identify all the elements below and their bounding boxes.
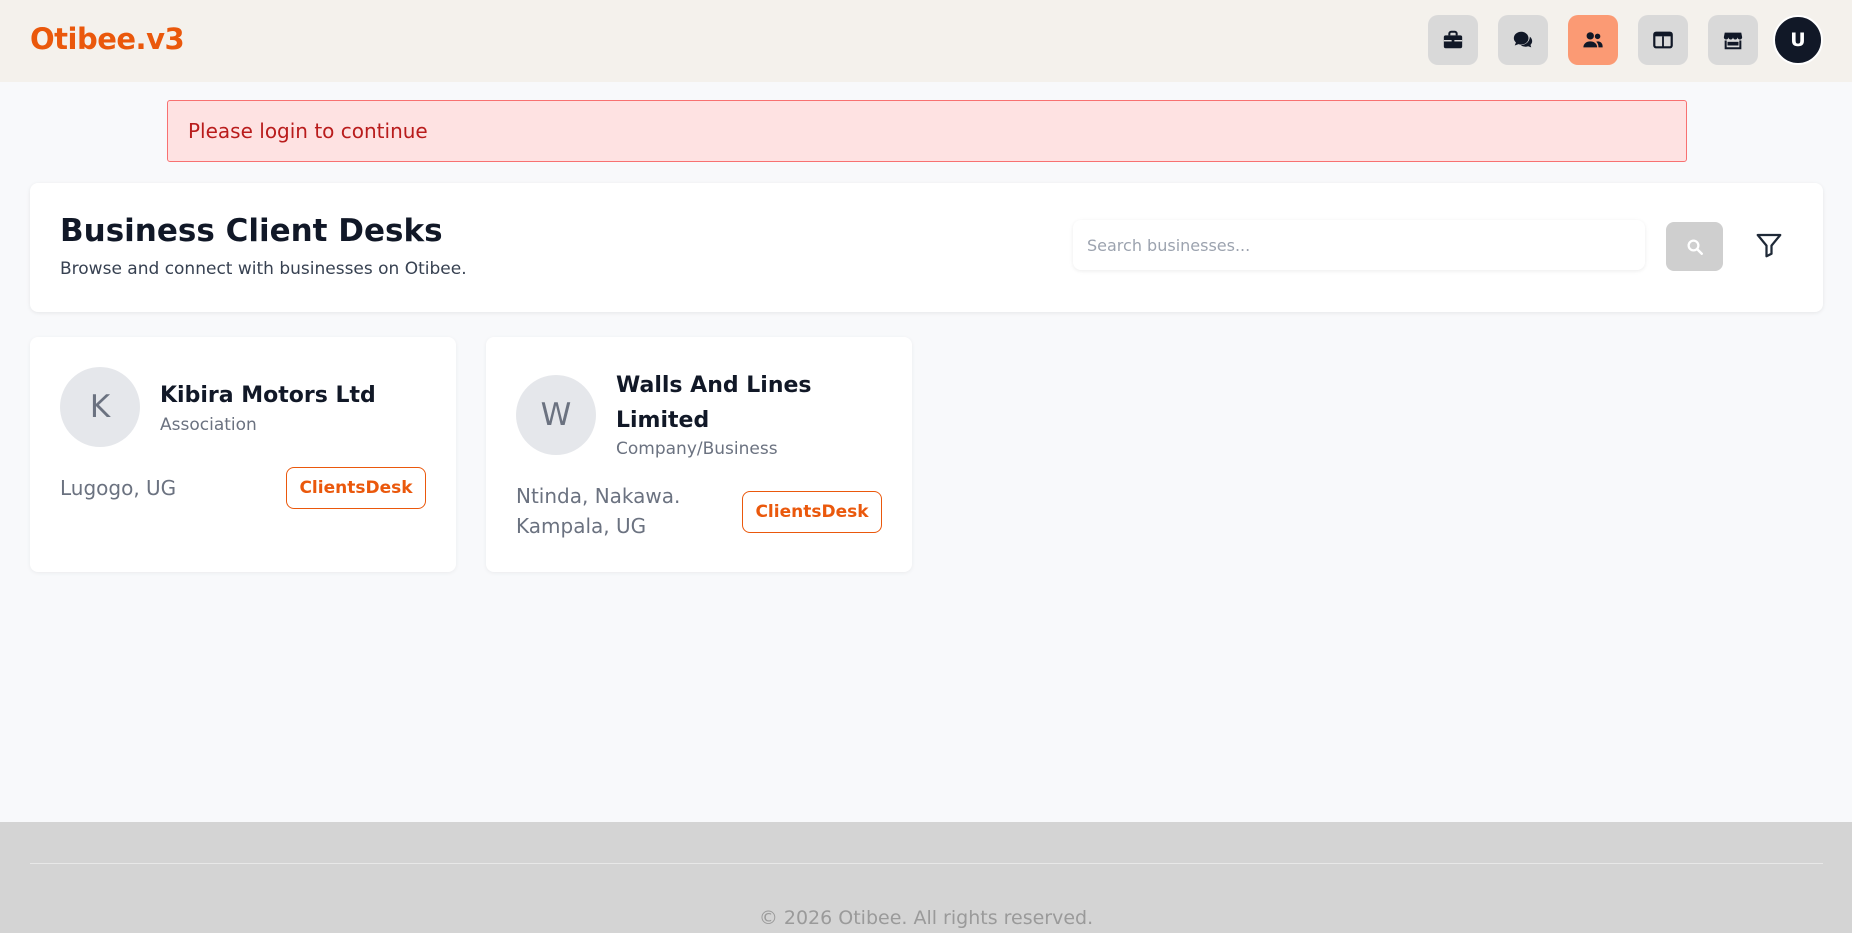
users-icon xyxy=(1583,32,1603,48)
page-header-card: Business Client Desks Browse and connect… xyxy=(30,183,1823,312)
business-location-line-2: Kampala, UG xyxy=(516,514,647,538)
top-navbar: Otibee.v3 U xyxy=(0,0,1852,82)
clients-desk-button[interactable]: ClientsDesk xyxy=(742,491,882,533)
business-card: K Kibira Motors Ltd Association Lugogo, … xyxy=(30,337,456,572)
nav-clients-button[interactable] xyxy=(1568,15,1618,65)
login-alert: Please login to continue xyxy=(167,100,1687,162)
user-avatar[interactable]: U xyxy=(1773,15,1823,65)
nav-boards-button[interactable] xyxy=(1638,15,1688,65)
briefcase-icon xyxy=(1443,30,1463,49)
business-location: Lugogo, UG xyxy=(60,476,177,500)
columns-icon xyxy=(1653,31,1673,49)
clients-desk-button[interactable]: ClientsDesk xyxy=(286,467,426,509)
business-avatar: W xyxy=(516,375,596,455)
copyright-text: © 2026 Otibee. All rights reserved. xyxy=(758,907,1094,929)
filter-icon xyxy=(1756,233,1782,258)
search-input[interactable] xyxy=(1073,220,1645,270)
nav-messages-button[interactable] xyxy=(1498,15,1548,65)
business-type: Association xyxy=(160,415,257,435)
page-subtitle: Browse and connect with businesses on Ot… xyxy=(60,259,467,279)
business-name: Kibira Motors Ltd xyxy=(160,383,376,408)
search-button[interactable] xyxy=(1666,222,1723,271)
business-avatar: K xyxy=(60,367,140,447)
business-name-line-1: Walls And Lines xyxy=(616,373,812,398)
business-type: Company/Business xyxy=(616,439,778,459)
business-card: W Walls And Lines Limited Company/Busine… xyxy=(486,337,912,572)
page-title: Business Client Desks xyxy=(60,213,443,249)
nav-store-button[interactable] xyxy=(1708,15,1758,65)
footer-divider xyxy=(30,863,1823,864)
chat-icon xyxy=(1513,31,1533,48)
business-location-line-1: Ntinda, Nakawa. xyxy=(516,484,681,508)
page-footer: © 2026 Otibee. All rights reserved. xyxy=(0,822,1852,933)
search-icon xyxy=(1687,239,1703,255)
nav-jobs-button[interactable] xyxy=(1428,15,1478,65)
store-icon xyxy=(1723,32,1743,50)
brand-logo[interactable]: Otibee.v3 xyxy=(30,22,185,56)
filter-button[interactable] xyxy=(1753,229,1785,261)
business-name-line-2: Limited xyxy=(616,408,710,433)
